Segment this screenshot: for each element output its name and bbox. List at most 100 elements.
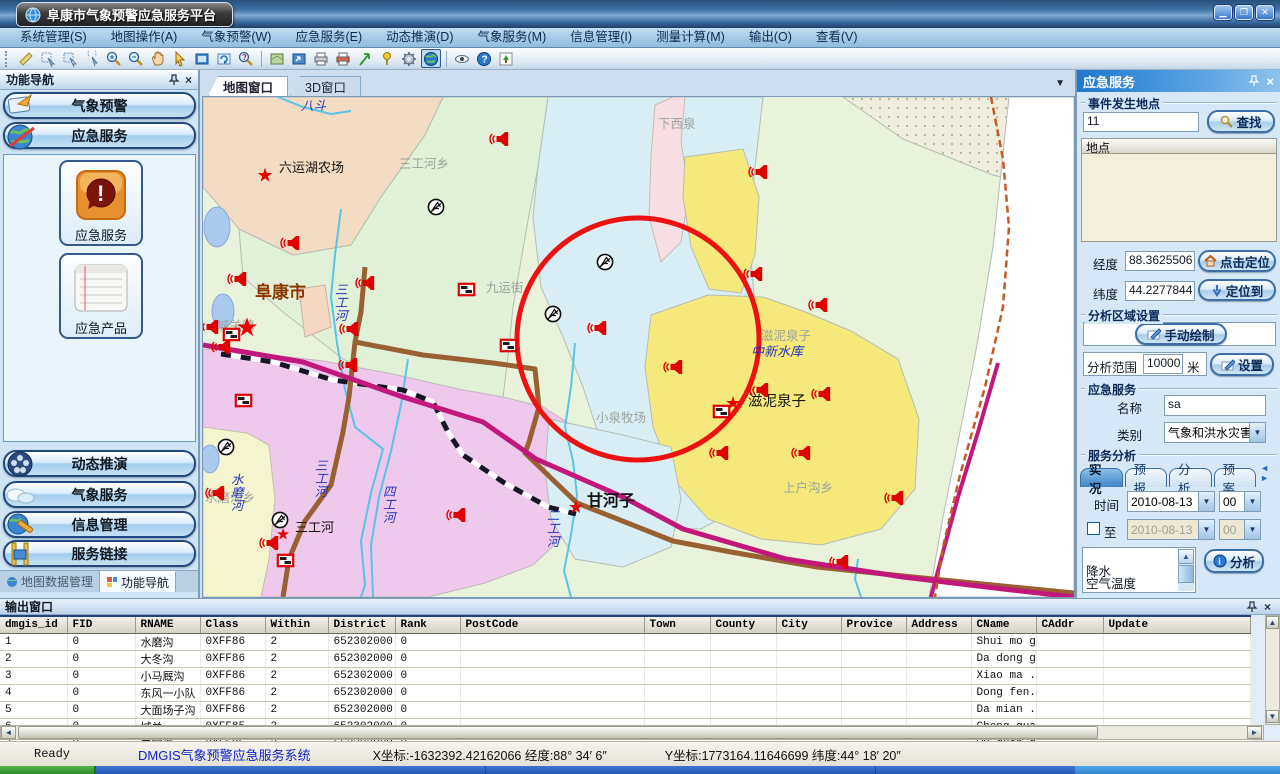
table-vertical-scrollbar[interactable]: ▲ ▼ [1265, 615, 1280, 725]
close-icon[interactable]: × [1264, 600, 1271, 614]
menu-item[interactable]: 系统管理(S) [8, 28, 99, 47]
range-input[interactable]: 10000 [1143, 354, 1183, 374]
sidebar-item-weather-warning[interactable]: 气象预警 [3, 92, 196, 119]
globe-icon[interactable] [421, 49, 441, 68]
menu-item[interactable]: 应急服务(E) [283, 28, 374, 47]
column-header[interactable]: Rank [395, 616, 460, 633]
table-row[interactable]: 20大冬沟0XFF8626523020000Da dong gou [0, 650, 1250, 667]
pan-icon[interactable] [148, 49, 168, 68]
type-select[interactable]: 气象和洪水灾害▼ [1164, 422, 1266, 443]
analyze-button[interactable]: i 分析 [1204, 549, 1264, 573]
tab-live[interactable]: 实况 [1080, 468, 1123, 487]
map-canvas[interactable]: 八斗六运湖农场三工河乡下西泉阜康市城关镇九运街滋泥泉子中新水库滋泥泉子小泉牧场上… [202, 96, 1075, 598]
tab-function-nav[interactable]: 功能导航 [100, 571, 176, 592]
menu-item[interactable]: 输出(O) [737, 28, 804, 47]
close-icon[interactable]: × [185, 73, 192, 87]
map-tab-dropdown-icon[interactable]: ▼ [1055, 78, 1065, 89]
hour-select[interactable]: 00▼ [1219, 491, 1261, 512]
scrollbar-thumb[interactable] [18, 726, 1098, 739]
identify-icon[interactable]: ? [236, 49, 256, 68]
layers-icon[interactable] [267, 49, 287, 68]
export-image-icon[interactable] [289, 49, 309, 68]
column-header[interactable]: RNAME [135, 616, 200, 633]
chevron-down-icon[interactable]: ▼ [1198, 492, 1214, 511]
sidebar-item-info-management[interactable]: 信息管理 [3, 511, 196, 538]
column-header[interactable]: Update [1103, 616, 1250, 633]
sidebar-item-emergency-service[interactable]: 应急服务 [3, 122, 196, 149]
help-icon[interactable]: ? [474, 49, 494, 68]
column-header[interactable]: FID [67, 616, 135, 633]
redline-icon[interactable] [355, 49, 375, 68]
chevron-down-icon[interactable]: ▼ [1249, 423, 1265, 442]
tab-plan[interactable]: 预案 [1214, 468, 1257, 487]
click-locate-button[interactable]: 点击定位 [1198, 250, 1276, 272]
to-checkbox[interactable] [1087, 522, 1100, 535]
column-header[interactable]: Class [200, 616, 265, 633]
close-button[interactable]: ✕ [1256, 5, 1274, 20]
pin-icon[interactable] [1248, 75, 1260, 87]
emergency-product-button[interactable]: 应急产品 [59, 253, 143, 339]
tab-scroll-icons[interactable]: ◄ ► [1258, 463, 1280, 487]
location-search-input[interactable]: 11 [1083, 112, 1199, 132]
column-header[interactable]: Town [644, 616, 710, 633]
tab-forecast[interactable]: 预报 [1125, 468, 1168, 487]
hour-to-select[interactable]: 00▼ [1219, 519, 1261, 540]
print-icon[interactable] [311, 49, 331, 68]
zoom-in-icon[interactable] [104, 49, 124, 68]
search-button[interactable]: 查找 [1207, 110, 1275, 133]
column-header[interactable]: County [710, 616, 776, 633]
tab-map-window[interactable]: 地图窗口 [208, 76, 288, 96]
chevron-down-icon[interactable]: ▼ [1244, 492, 1260, 511]
element-listbox[interactable]: 降水 空气温度 ▲ [1082, 547, 1196, 593]
tab-3d-window[interactable]: 3D窗口 [290, 76, 361, 96]
select-lasso-icon[interactable] [38, 49, 58, 68]
refresh-icon[interactable] [214, 49, 234, 68]
menu-item[interactable]: 动态推演(D) [374, 28, 465, 47]
pin-icon[interactable] [1246, 601, 1258, 613]
place-list-header[interactable]: 地点 [1081, 138, 1277, 154]
sidebar-item-service-link[interactable]: 服务链接 [3, 540, 196, 567]
restore-button[interactable]: ❐ [1235, 5, 1253, 20]
tab-analysis[interactable]: 分析 [1169, 468, 1212, 487]
locate-to-button[interactable]: 定位到 [1198, 279, 1276, 301]
place-list[interactable] [1081, 154, 1277, 242]
select-box-icon[interactable] [60, 49, 80, 68]
placemark-icon[interactable] [377, 49, 397, 68]
menu-item[interactable]: 气象服务(M) [466, 28, 559, 47]
column-header[interactable]: CName [971, 616, 1036, 633]
minimize-button[interactable]: ▁ [1214, 5, 1232, 20]
table-horizontal-scrollbar[interactable]: ◄ ► [0, 725, 1264, 740]
tab-map-data-management[interactable]: 地图数据管理 [0, 571, 100, 592]
date-to-select[interactable]: 2010-08-13▼ [1127, 519, 1215, 540]
emergency-service-button[interactable]: ! 应急服务 [59, 160, 143, 246]
column-header[interactable]: Within [265, 616, 328, 633]
column-header[interactable]: CAddr [1036, 616, 1103, 633]
column-header[interactable]: Provice [841, 616, 906, 633]
range-set-button[interactable]: 设置 [1210, 353, 1274, 376]
sidebar-item-dynamic-deduction[interactable]: 动态推演 [3, 450, 196, 477]
pin-icon[interactable] [168, 74, 180, 86]
table-row[interactable]: 30小马厩沟0XFF8626523020000Xiao ma ... [0, 667, 1250, 684]
menu-item[interactable]: 测量计算(M) [644, 28, 737, 47]
sidebar-item-weather-service[interactable]: 气象服务 [3, 481, 196, 508]
print-setup-icon[interactable] [333, 49, 353, 68]
column-header[interactable]: Address [906, 616, 971, 633]
full-extent-icon[interactable] [192, 49, 212, 68]
table-row[interactable]: 40东风一小队0XFF8626523020000Dong fen... [0, 684, 1250, 701]
date-select[interactable]: 2010-08-13▼ [1127, 491, 1215, 512]
longitude-input[interactable]: 88.3625506 [1125, 251, 1195, 271]
latitude-input[interactable]: 44.2277844 [1125, 281, 1195, 301]
eye-icon[interactable] [452, 49, 472, 68]
table-row[interactable]: 10水磨沟0XFF8626523020000Shui mo gou [0, 633, 1250, 650]
menu-item[interactable]: 信息管理(I) [558, 28, 644, 47]
zoom-out-icon[interactable] [126, 49, 146, 68]
column-header[interactable]: dmgis_id [0, 616, 67, 633]
select-cursor-icon[interactable] [82, 49, 102, 68]
manual-draw-button[interactable]: 手动绘制 [1135, 323, 1227, 345]
legend-icon[interactable] [496, 49, 516, 68]
service-name-input[interactable]: sa [1164, 395, 1266, 416]
column-header[interactable]: PostCode [460, 616, 644, 633]
close-icon[interactable]: × [1266, 74, 1274, 89]
measure-icon[interactable] [16, 49, 36, 68]
pointer-icon[interactable] [170, 49, 190, 68]
